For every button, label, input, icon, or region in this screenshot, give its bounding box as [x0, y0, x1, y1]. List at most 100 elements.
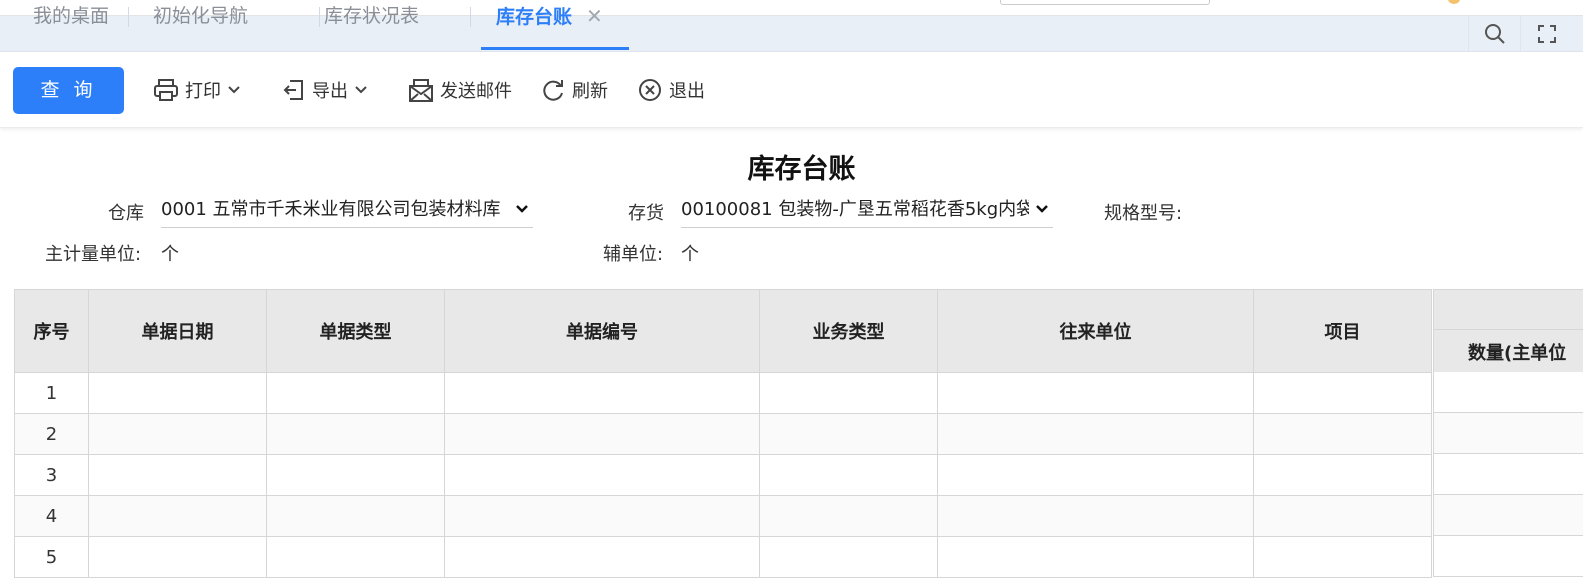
aux-unit-value: 个: [681, 244, 699, 265]
export-button[interactable]: 导出: [282, 76, 368, 104]
exit-button[interactable]: 退出: [637, 76, 705, 104]
tab-my-desktop[interactable]: 我的桌面: [33, 0, 130, 35]
table-cell[interactable]: [444, 454, 760, 496]
table-cell[interactable]: [88, 454, 267, 496]
column-header-doc-number[interactable]: 单据编号: [444, 289, 760, 373]
active-tab-underline: [481, 47, 629, 50]
column-header-partner[interactable]: 往来单位: [937, 289, 1254, 373]
refresh-label: 刷新: [572, 81, 608, 102]
table-cell[interactable]: [1433, 413, 1583, 454]
column-group-header: 数量(主单位: [1433, 289, 1583, 373]
column-header-quantity-main-unit[interactable]: 数量(主单位: [1468, 339, 1566, 365]
table-cell[interactable]: [266, 413, 445, 455]
table-cell[interactable]: [759, 372, 938, 414]
table-cell[interactable]: [1433, 372, 1583, 413]
table-cell[interactable]: [759, 536, 938, 578]
table-cell[interactable]: [1433, 536, 1583, 577]
close-circle-icon: [639, 79, 661, 101]
fullscreen-icon[interactable]: [1520, 16, 1573, 51]
table-cell[interactable]: [1253, 536, 1432, 578]
refresh-icon: [543, 80, 563, 101]
export-label: 导出: [312, 81, 348, 102]
table-cell[interactable]: [1253, 413, 1432, 455]
table-cell[interactable]: [88, 536, 267, 578]
row-number: 5: [14, 536, 89, 578]
table-cell[interactable]: [937, 372, 1254, 414]
table-cell[interactable]: [266, 536, 445, 578]
table-cell[interactable]: [759, 454, 938, 496]
table-cell[interactable]: [444, 372, 760, 414]
table-row[interactable]: 5: [14, 536, 1432, 578]
tab-inventory-status[interactable]: 库存状况表: [324, 0, 472, 35]
column-header-date[interactable]: 单据日期: [88, 289, 267, 373]
table-cell[interactable]: [88, 495, 267, 537]
column-header-doc-type[interactable]: 单据类型: [266, 289, 445, 373]
search-icon[interactable]: [1468, 16, 1521, 51]
table-row[interactable]: 4: [14, 495, 1432, 537]
report-title: 库存台账: [747, 154, 856, 185]
row-number: 3: [14, 454, 89, 496]
main-unit-value: 个: [161, 244, 179, 265]
inventory-value: 00100081 包装物-广垦五常稻花香5kg内袋: [681, 199, 1029, 220]
inventory-select[interactable]: 00100081 包装物-广垦五常稻花香5kg内袋: [681, 197, 1053, 228]
chevron-down-icon: [516, 205, 528, 213]
column-header-project[interactable]: 项目: [1253, 289, 1432, 373]
table-cell[interactable]: [88, 372, 267, 414]
row-number: 2: [14, 413, 89, 455]
tab-label: 库存台账: [496, 6, 573, 28]
table-cell[interactable]: [1253, 372, 1432, 414]
table-cell[interactable]: [88, 413, 267, 455]
chevron-down-icon: [1036, 205, 1048, 213]
table-cell[interactable]: [266, 454, 445, 496]
tab-label: 库存状况表: [324, 5, 420, 27]
table-cell[interactable]: [444, 413, 760, 455]
mail-icon: [409, 79, 433, 102]
tab-inventory-ledger[interactable]: 库存台账 ✕: [496, 0, 603, 35]
print-button[interactable]: 打印: [153, 76, 241, 104]
warehouse-value: 0001 五常市千禾米业有限公司包装材料库: [161, 199, 501, 220]
header-search-box[interactable]: [1000, 0, 1210, 5]
send-email-label: 发送邮件: [440, 81, 512, 102]
table-cell[interactable]: [444, 495, 760, 537]
table-cell[interactable]: [937, 413, 1254, 455]
spec-label: 规格型号:: [1104, 203, 1183, 224]
ledger-table: 序号 单据日期 单据类型 单据编号 业务类型 往来单位 项目 1 2 3 4 5: [14, 289, 1432, 578]
warehouse-label: 仓库: [108, 203, 144, 224]
chevron-down-icon: [228, 86, 240, 94]
table-cell[interactable]: [937, 536, 1254, 578]
printer-icon: [154, 79, 178, 101]
tab-init-navigation[interactable]: 初始化导航: [153, 0, 321, 35]
header-divider: [1434, 329, 1583, 330]
table-cell[interactable]: [1253, 495, 1432, 537]
row-number: 4: [14, 495, 89, 537]
table-cell[interactable]: [444, 536, 760, 578]
row-number: 1: [14, 372, 89, 414]
send-email-button[interactable]: 发送邮件: [408, 76, 512, 104]
chevron-down-icon: [355, 86, 367, 94]
column-header-seq[interactable]: 序号: [14, 289, 89, 373]
table-cell[interactable]: [759, 413, 938, 455]
table-cell[interactable]: [1253, 454, 1432, 496]
export-icon: [283, 80, 303, 100]
table-cell[interactable]: [1433, 454, 1583, 495]
tab-close-icon[interactable]: ✕: [586, 4, 603, 28]
tab-label: 初始化导航: [153, 5, 249, 27]
table-cell[interactable]: [759, 495, 938, 537]
warehouse-select[interactable]: 0001 五常市千禾米业有限公司包装材料库: [161, 197, 533, 228]
table-cell[interactable]: [266, 372, 445, 414]
query-button[interactable]: 查 询: [13, 67, 124, 114]
table-row[interactable]: 1: [14, 372, 1432, 414]
table-row[interactable]: 2: [14, 413, 1432, 455]
aux-unit-label: 辅单位:: [603, 244, 664, 265]
refresh-button[interactable]: 刷新: [540, 76, 608, 104]
table-row[interactable]: 3: [14, 454, 1432, 496]
inventory-label: 存货: [628, 203, 664, 224]
table-cell[interactable]: [1433, 495, 1583, 536]
header-avatar-icon[interactable]: [1448, 0, 1460, 4]
table-cell[interactable]: [937, 495, 1254, 537]
main-unit-label: 主计量单位:: [45, 244, 142, 265]
table-cell[interactable]: [266, 495, 445, 537]
print-label: 打印: [185, 81, 221, 102]
column-header-business-type[interactable]: 业务类型: [759, 289, 938, 373]
table-cell[interactable]: [937, 454, 1254, 496]
